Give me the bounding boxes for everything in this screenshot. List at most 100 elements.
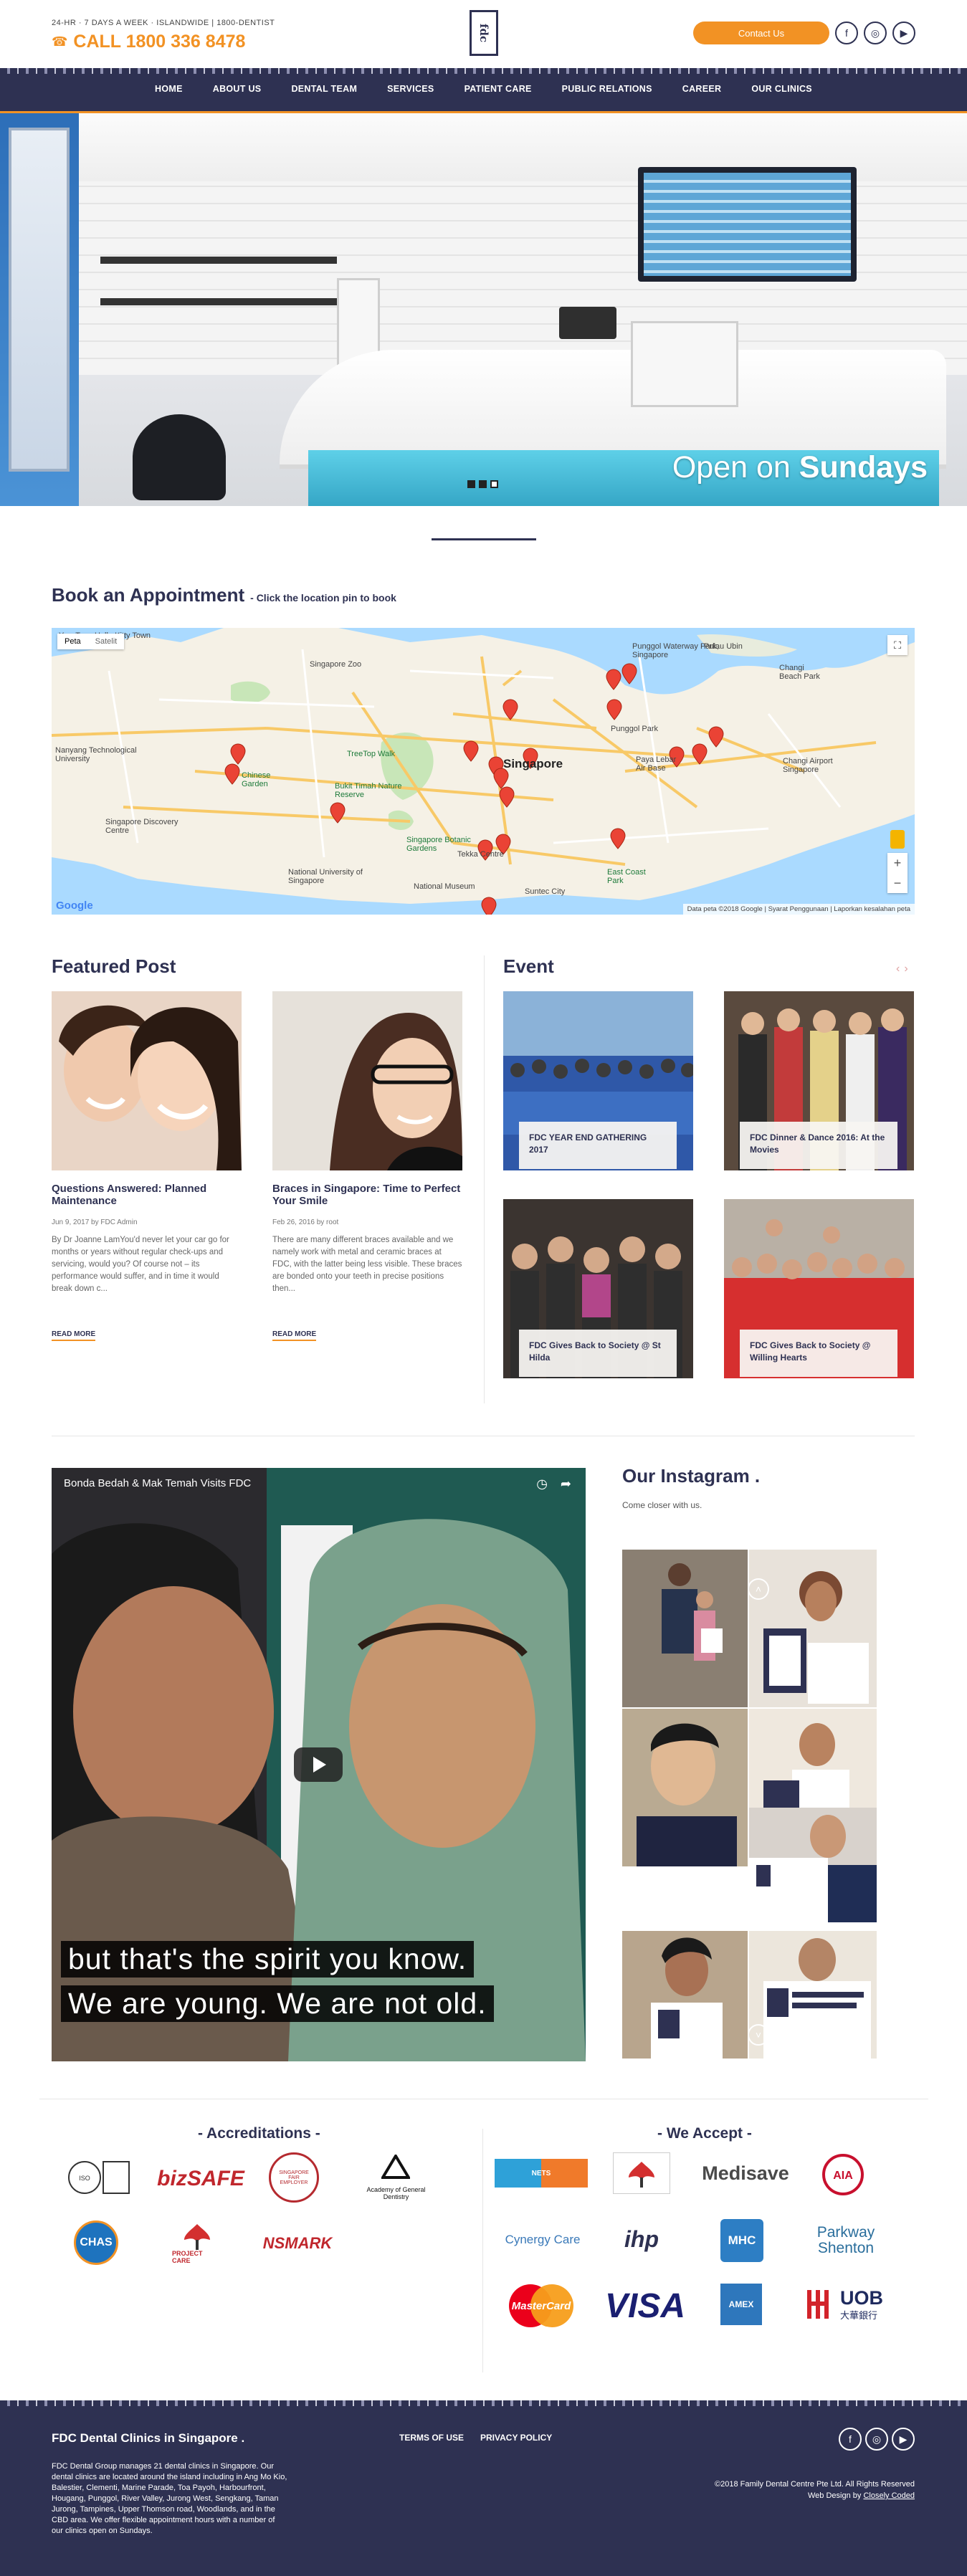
site-logo[interactable]: fdc [470,10,498,56]
chas-logo: CHAS [74,2220,118,2265]
video-controls: ◷ ➦ [536,1477,571,1492]
instagram-photo[interactable] [622,1709,748,1866]
uob-name: UOB [840,2286,883,2309]
video-subtitle: but that's the spirit you know. [61,1941,475,1978]
instagram-photo[interactable] [749,1808,877,1922]
map-label: Changi Beach Park [779,664,820,681]
project-care-icon [184,2224,210,2250]
nav-services[interactable]: SERVICES [387,84,434,94]
play-button[interactable] [294,1747,343,1782]
google-logo[interactable]: Google [56,900,93,912]
read-more-link[interactable]: READ MORE [272,1330,317,1341]
hours-text: 24-HR · 7 DAYS A WEEK · ISLANDWIDE | 180… [52,19,275,27]
street-view-pegman-icon[interactable] [890,830,905,849]
page: 24-HR · 7 DAYS A WEEK · ISLANDWIDE | 180… [0,0,967,2576]
instagram-icon[interactable]: ◎ [865,2428,888,2451]
slider-dot-active[interactable] [479,480,487,488]
youtube-icon[interactable]: ▶ [892,2428,915,2451]
read-more-link[interactable]: READ MORE [52,1330,96,1341]
video-player[interactable]: Bonda Bedah & Mak Temah Visits FDC ◷ ➦ b… [52,1468,586,2061]
map-tab-satelit[interactable]: Satelit [88,634,125,649]
slider-dot[interactable] [490,480,498,488]
hero-slider[interactable]: Open on Sundays [0,113,967,506]
instagram-feed[interactable]: ˄ ˅ [622,1550,877,2059]
post-title[interactable]: Questions Answered: Planned Maintenance [52,1183,242,1207]
header-contact: 24-HR · 7 DAYS A WEEK · ISLANDWIDE | 180… [52,19,275,52]
map-label: Singapore Zoo [310,660,362,669]
web-design-credit: Web Design by Closely Coded [715,2490,915,2501]
youtube-icon[interactable]: ▶ [892,22,915,44]
post-meta: Feb 26, 2016 by root [272,1218,339,1226]
post-excerpt: There are many different braces availabl… [272,1236,462,1293]
clinic-map[interactable]: Yew Tee Hello Kitty Town Punggol Waterwa… [52,628,915,915]
hero-counter [280,350,946,464]
event-card[interactable]: FDC Gives Back to Society @ St Hilda [503,1199,693,1378]
instagram-photo[interactable] [622,1550,748,1707]
event-card[interactable]: FDC YEAR END GATHERING 2017 [503,991,693,1170]
post-image[interactable] [52,991,242,1170]
hero-tv-screen [644,173,851,276]
instagram-icon[interactable]: ◎ [864,22,887,44]
medisave-logo: Medisave [702,2162,789,2184]
event-card[interactable]: FDC Dinner & Dance 2016: At the Movies [724,991,914,1170]
facebook-icon[interactable]: f [839,2428,862,2451]
project-care-text: PROJECT CARE [172,2250,203,2264]
fullscreen-icon[interactable]: ⛶ [887,635,908,655]
zoom-in-icon[interactable]: + [887,853,908,873]
video-title[interactable]: Bonda Bedah & Mak Temah Visits FDC [64,1477,251,1489]
instagram-image [749,1808,877,1922]
terms-of-use-link[interactable]: TERMS OF USE [399,2433,464,2443]
iso-logo: ISO [65,2154,136,2204]
share-icon[interactable]: ➦ [561,1477,571,1492]
map-label: Nanyang Technological University [55,746,137,763]
aia-logo: AIA [819,2150,867,2199]
post-image[interactable] [272,991,462,1170]
instagram-photo[interactable]: ˅ [749,1931,877,2059]
map-label: Punggol Park [611,725,659,733]
play-icon [313,1757,326,1773]
nav-dental-team[interactable]: DENTAL TEAM [291,84,357,94]
slider-dot[interactable] [467,480,475,488]
phone-line[interactable]: ☎ CALL 1800 336 8478 [52,32,275,52]
event-card[interactable]: FDC Gives Back to Society @ Willing Hear… [724,1199,914,1378]
facebook-icon[interactable]: f [835,22,858,44]
chevron-left-icon[interactable]: ‹ [896,963,904,975]
instagram-title: Our Instagram . [622,1465,761,1487]
nav-our-clinics[interactable]: OUR CLINICS [751,84,812,94]
map-attribution[interactable]: Data peta ©2018 Google | Syarat Pengguna… [682,904,915,915]
event-title: Event [503,955,554,977]
post-title[interactable]: Braces in Singapore: Time to Perfect You… [272,1183,462,1207]
chevron-right-icon[interactable]: › [904,963,912,975]
nav-about-us[interactable]: ABOUT US [213,84,262,94]
map-label: Chinese Garden [242,771,271,788]
nav-home[interactable]: HOME [155,84,183,94]
instagram-image [749,1550,877,1707]
column-divider [484,955,485,1403]
fair-employer-logo: SINGAPORE FAIR EMPLOYER [269,2152,319,2203]
instagram-photo[interactable]: ˄ [749,1550,877,1707]
nav-patient-care[interactable]: PATIENT CARE [465,84,532,94]
map-label: Tekka Centre [457,850,504,859]
nav-public-relations[interactable]: PUBLIC RELATIONS [562,84,652,94]
copyright-text: ©2018 Family Dental Centre Pte Ltd. All … [715,2480,915,2489]
map-tab-peta[interactable]: Peta [57,634,88,649]
nsmark-logo: NSMARK [262,2234,333,2252]
video-subtitle: We are young. We are not old. [61,1985,494,2022]
watch-later-icon[interactable]: ◷ [536,1477,548,1492]
privacy-policy-link[interactable]: PRIVACY POLICY [480,2433,552,2443]
bizsafe-logo: bizSAFE [157,2167,244,2190]
phone-number[interactable]: CALL 1800 336 8478 [73,32,245,52]
post-photo [272,991,462,1170]
event-label: FDC Gives Back to Society @ St Hilda [519,1330,677,1377]
map-label: Paya Lebar Air Base [636,755,677,773]
agd-logo-text: Academy of General Dentistry [366,2186,426,2200]
cynergy-logo: Cynergy Care [505,2233,581,2246]
zoom-out-icon[interactable]: − [887,873,908,893]
svg-text:ISO: ISO [79,2175,90,2182]
nav-career[interactable]: CAREER [682,84,722,94]
hero-caption-light: Open on [672,450,799,485]
contact-us-button[interactable]: Contact Us [693,22,829,44]
instagram-photo[interactable] [622,1931,748,2059]
closely-coded-link[interactable]: Closely Coded [863,2491,915,2500]
column-divider [482,2129,483,2372]
